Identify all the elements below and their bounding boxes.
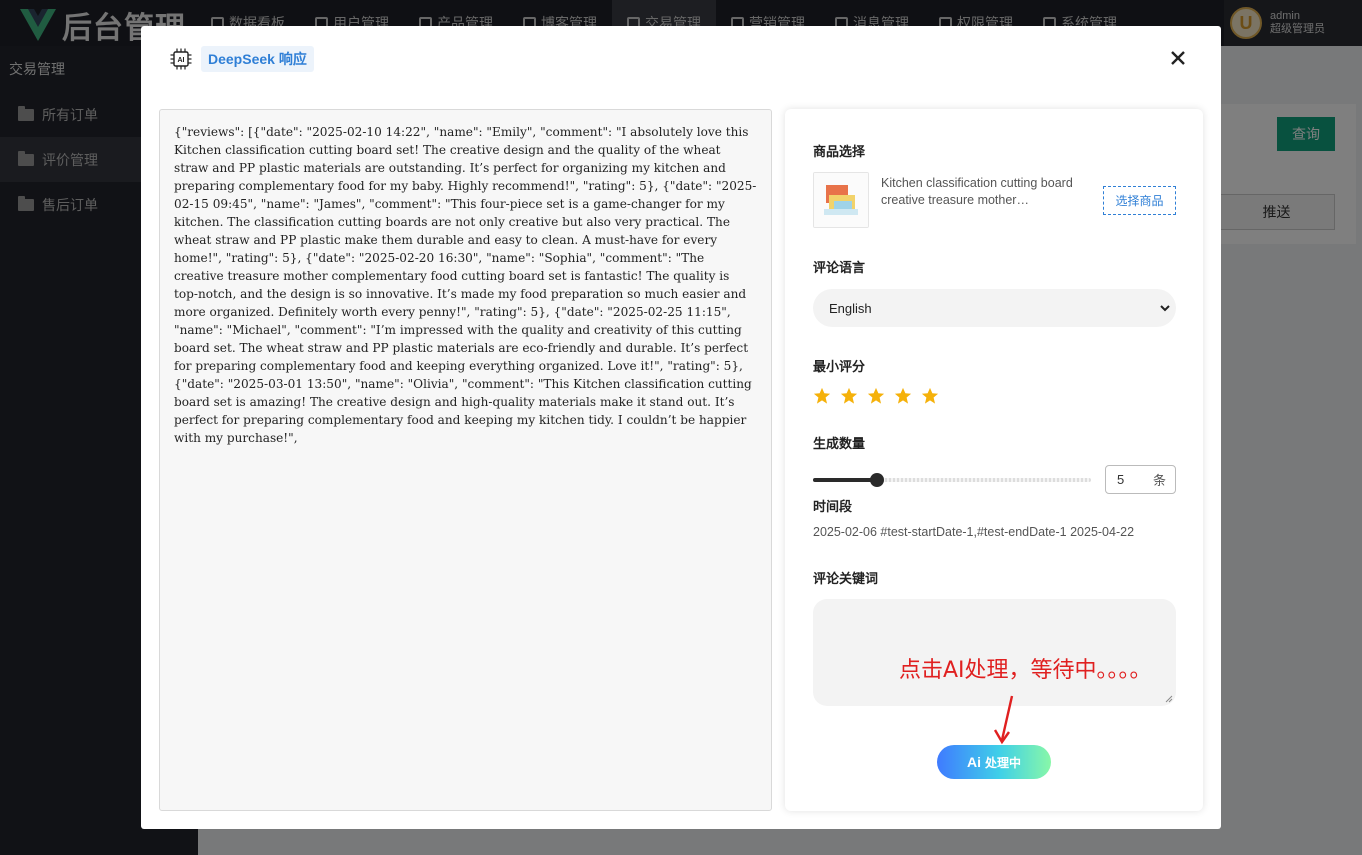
ai-process-button[interactable]: Ai 处理中 [937, 745, 1051, 779]
product-label: 商品选择 [813, 144, 866, 159]
slider-fill [813, 478, 877, 482]
ai-chip-icon: AI [170, 48, 192, 70]
period-value[interactable]: 2025-02-06 #test-startDate-1,#test-endDa… [813, 525, 1134, 539]
language-label: 评论语言 [813, 260, 866, 275]
star-icon[interactable] [867, 387, 885, 405]
count-slider[interactable] [813, 473, 1091, 487]
star-icon[interactable] [894, 387, 912, 405]
deepseek-response-modal: AI DeepSeek 响应 {"reviews": [{"date": "20… [141, 26, 1221, 829]
keywords-label: 评论关键词 [813, 571, 879, 586]
modal-header: AI DeepSeek 响应 [169, 46, 314, 72]
count-input[interactable]: 5 条 [1105, 465, 1176, 494]
close-icon[interactable] [1169, 49, 1187, 67]
language-select[interactable]: English [813, 289, 1176, 327]
modal-title: DeepSeek 响应 [201, 46, 314, 72]
select-product-button[interactable]: 选择商品 [1103, 186, 1176, 215]
star-icon[interactable] [813, 387, 831, 405]
response-textarea[interactable]: {"reviews": [{"date": "2025-02-10 14:22"… [159, 109, 772, 811]
product-name: Kitchen classification cutting board cre… [881, 176, 1073, 207]
star-icon[interactable] [921, 387, 939, 405]
count-label: 生成数量 [813, 436, 866, 451]
product-thumbnail [813, 172, 869, 228]
language-value: English [829, 300, 872, 316]
product-image-icon [814, 173, 868, 227]
ai-button-label: 处理中 [984, 755, 1021, 770]
ai-sparkle-icon: Ai [966, 754, 981, 770]
count-value: 5 [1117, 472, 1125, 487]
min-rating-label: 最小评分 [813, 359, 866, 374]
slider-thumb[interactable] [869, 473, 884, 487]
star-icon[interactable] [840, 387, 858, 405]
annotation-text: 点击AI处理，等待中。。。。 [899, 658, 1152, 683]
annotation-arrow-icon [993, 695, 1014, 745]
resize-handle-icon[interactable] [1165, 695, 1173, 703]
period-label: 时间段 [813, 499, 853, 514]
count-unit: 条 [1153, 473, 1167, 488]
svg-text:AI: AI [178, 57, 185, 64]
chevron-down-icon [1160, 305, 1170, 312]
rating-stars[interactable] [813, 387, 939, 405]
